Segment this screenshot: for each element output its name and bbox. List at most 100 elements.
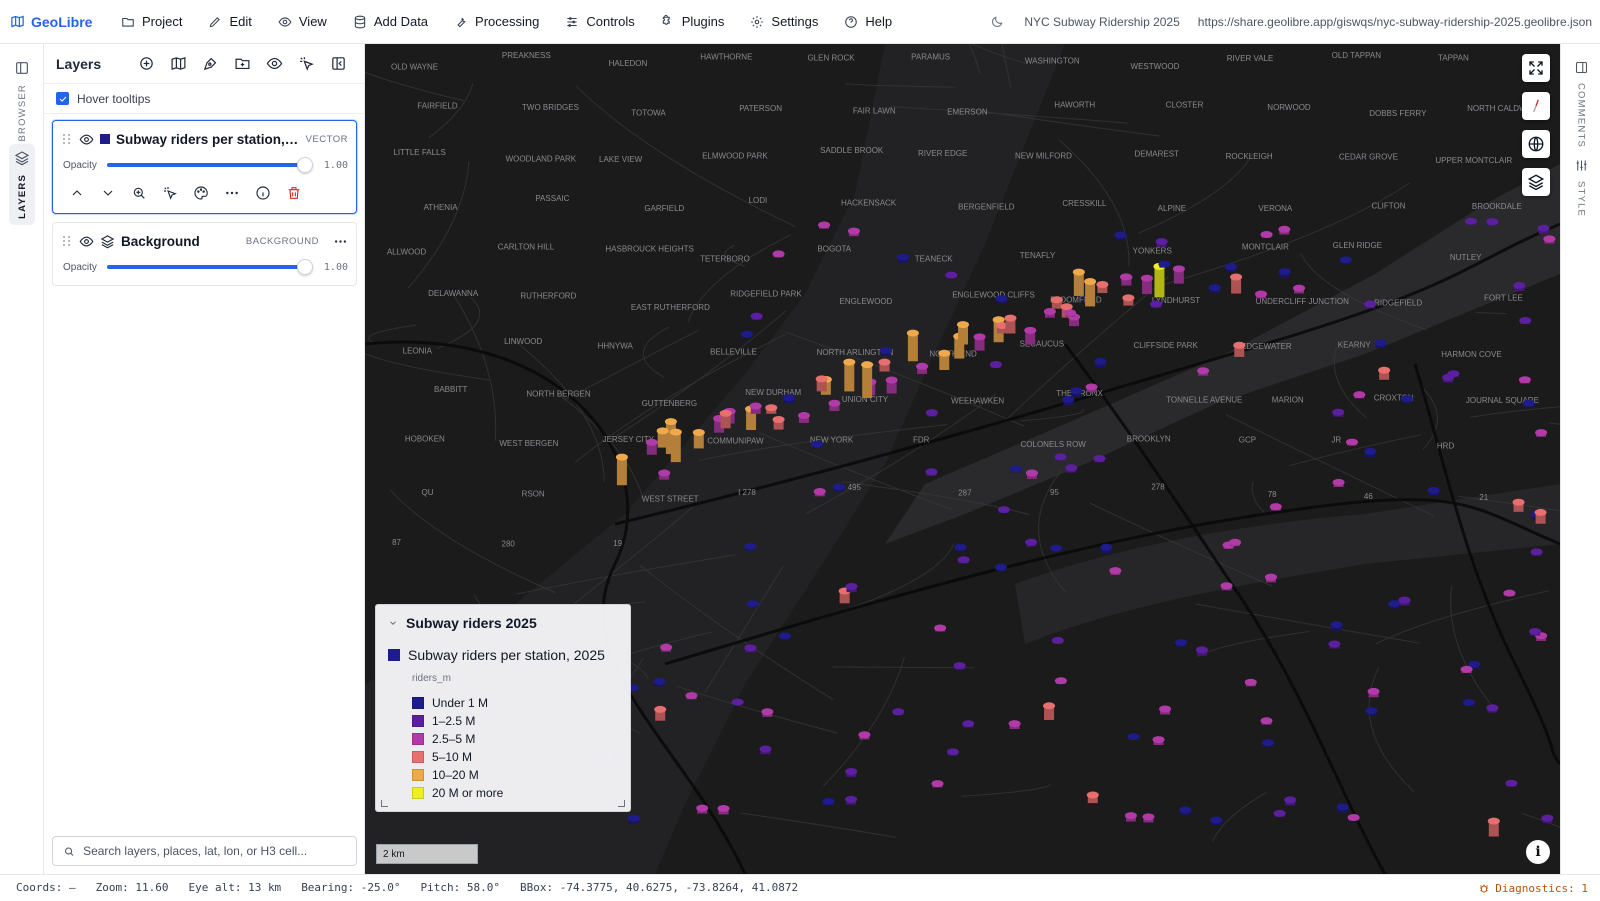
station-column[interactable]: [1364, 447, 1377, 458]
station-column[interactable]: [815, 375, 828, 392]
basemap-icon[interactable]: [168, 53, 189, 74]
station-column[interactable]: [938, 349, 951, 370]
station-column[interactable]: [896, 253, 909, 263]
station-column[interactable]: [731, 698, 744, 706]
compass-button[interactable]: [1522, 92, 1550, 120]
station-column[interactable]: [656, 427, 669, 448]
collapse-panel-icon[interactable]: [328, 53, 349, 74]
station-column[interactable]: [847, 227, 860, 237]
station-column[interactable]: [1229, 538, 1242, 546]
station-column[interactable]: [660, 643, 673, 652]
station-column[interactable]: [1537, 224, 1550, 234]
station-column[interactable]: [1120, 273, 1133, 281]
move-down-icon[interactable]: [100, 185, 116, 201]
station-column[interactable]: [1529, 627, 1542, 636]
station-column[interactable]: [934, 624, 947, 632]
layers-tab[interactable]: LAYERS: [9, 144, 35, 225]
station-column[interactable]: [1124, 812, 1137, 822]
station-column[interactable]: [1062, 395, 1075, 406]
station-column[interactable]: [1530, 548, 1543, 556]
eye-icon[interactable]: [79, 132, 94, 147]
station-column[interactable]: [1159, 705, 1172, 715]
fullscreen-button[interactable]: [1522, 54, 1550, 82]
browser-tab[interactable]: BROWSER: [9, 54, 35, 148]
station-column[interactable]: [1197, 367, 1210, 376]
station-column[interactable]: [945, 271, 958, 279]
station-column[interactable]: [1332, 408, 1345, 417]
layer-switcher-button[interactable]: [1522, 168, 1550, 196]
chevron-down-icon[interactable]: [388, 618, 398, 628]
station-column[interactable]: [1442, 373, 1455, 383]
station-column[interactable]: [1094, 357, 1107, 368]
station-column[interactable]: [1260, 717, 1273, 725]
station-column[interactable]: [916, 362, 929, 374]
station-column[interactable]: [1269, 503, 1282, 511]
station-column[interactable]: [845, 582, 858, 593]
station-column[interactable]: [669, 428, 682, 463]
draw-icon[interactable]: [200, 53, 221, 74]
station-column[interactable]: [1140, 274, 1153, 295]
station-column[interactable]: [1460, 665, 1473, 674]
station-column[interactable]: [1367, 687, 1380, 698]
legend-header[interactable]: Subway riders 2025: [388, 615, 618, 631]
station-column[interactable]: [658, 469, 671, 480]
station-column[interactable]: [653, 677, 666, 687]
station-column[interactable]: [1122, 294, 1135, 306]
globe-button[interactable]: [1522, 130, 1550, 158]
station-column[interactable]: [1462, 698, 1475, 707]
station-column[interactable]: [1534, 508, 1547, 524]
station-column[interactable]: [1025, 469, 1038, 479]
station-column[interactable]: [931, 780, 944, 788]
layer-card-subway[interactable]: Subway riders per station, 2025 VECTOR O…: [52, 120, 357, 214]
station-column[interactable]: [1278, 268, 1291, 278]
station-column[interactable]: [1025, 538, 1038, 547]
station-column[interactable]: [1008, 720, 1021, 730]
station-column[interactable]: [1054, 677, 1067, 685]
station-column[interactable]: [1260, 231, 1273, 239]
station-column[interactable]: [627, 814, 640, 824]
station-column[interactable]: [1330, 621, 1343, 631]
add-layer-icon[interactable]: [136, 53, 157, 74]
station-column[interactable]: [1175, 639, 1188, 647]
menu-project[interactable]: Project: [108, 0, 195, 44]
station-column[interactable]: [946, 748, 959, 756]
station-column[interactable]: [1513, 281, 1526, 292]
station-column[interactable]: [1050, 544, 1063, 552]
station-column[interactable]: [1427, 486, 1440, 496]
station-column[interactable]: [1400, 395, 1413, 403]
station-column[interactable]: [744, 644, 757, 653]
station-column[interactable]: [1328, 640, 1341, 649]
station-column[interactable]: [1043, 308, 1056, 318]
map-view[interactable]: OLD WAYNE PREAKNESS HALEDON HAWTHORNE GLEN R…: [365, 44, 1560, 874]
station-column[interactable]: [1127, 733, 1140, 741]
station-column[interactable]: [989, 361, 1002, 369]
station-column[interactable]: [765, 404, 778, 414]
station-column[interactable]: [1142, 813, 1155, 823]
hover-tooltips-toggle[interactable]: Hover tooltips: [44, 84, 364, 114]
style-tab[interactable]: STYLE: [1568, 158, 1594, 217]
station-column[interactable]: [879, 346, 892, 356]
visibility-icon[interactable]: [264, 53, 285, 74]
opacity-slider[interactable]: [107, 259, 313, 275]
station-column[interactable]: [797, 412, 810, 423]
station-column[interactable]: [1195, 646, 1208, 656]
station-column[interactable]: [749, 402, 762, 414]
station-column[interactable]: [1244, 678, 1257, 687]
station-column[interactable]: [740, 330, 753, 339]
move-up-icon[interactable]: [69, 185, 85, 201]
menu-settings[interactable]: Settings: [737, 0, 831, 44]
station-column[interactable]: [772, 250, 785, 258]
station-column[interactable]: [1518, 376, 1531, 384]
station-column[interactable]: [822, 797, 835, 806]
menu-controls[interactable]: Controls: [552, 0, 647, 44]
station-column[interactable]: [1398, 596, 1411, 606]
station-column[interactable]: [861, 361, 874, 399]
slider-knob[interactable]: [297, 259, 313, 275]
resize-handle-icon[interactable]: [381, 800, 388, 807]
opacity-slider[interactable]: [107, 157, 313, 173]
station-column[interactable]: [1004, 314, 1017, 334]
station-column[interactable]: [1093, 454, 1106, 463]
station-column[interactable]: [1208, 284, 1221, 293]
comments-tab[interactable]: COMMENTS: [1568, 60, 1594, 148]
station-column[interactable]: [779, 632, 792, 640]
